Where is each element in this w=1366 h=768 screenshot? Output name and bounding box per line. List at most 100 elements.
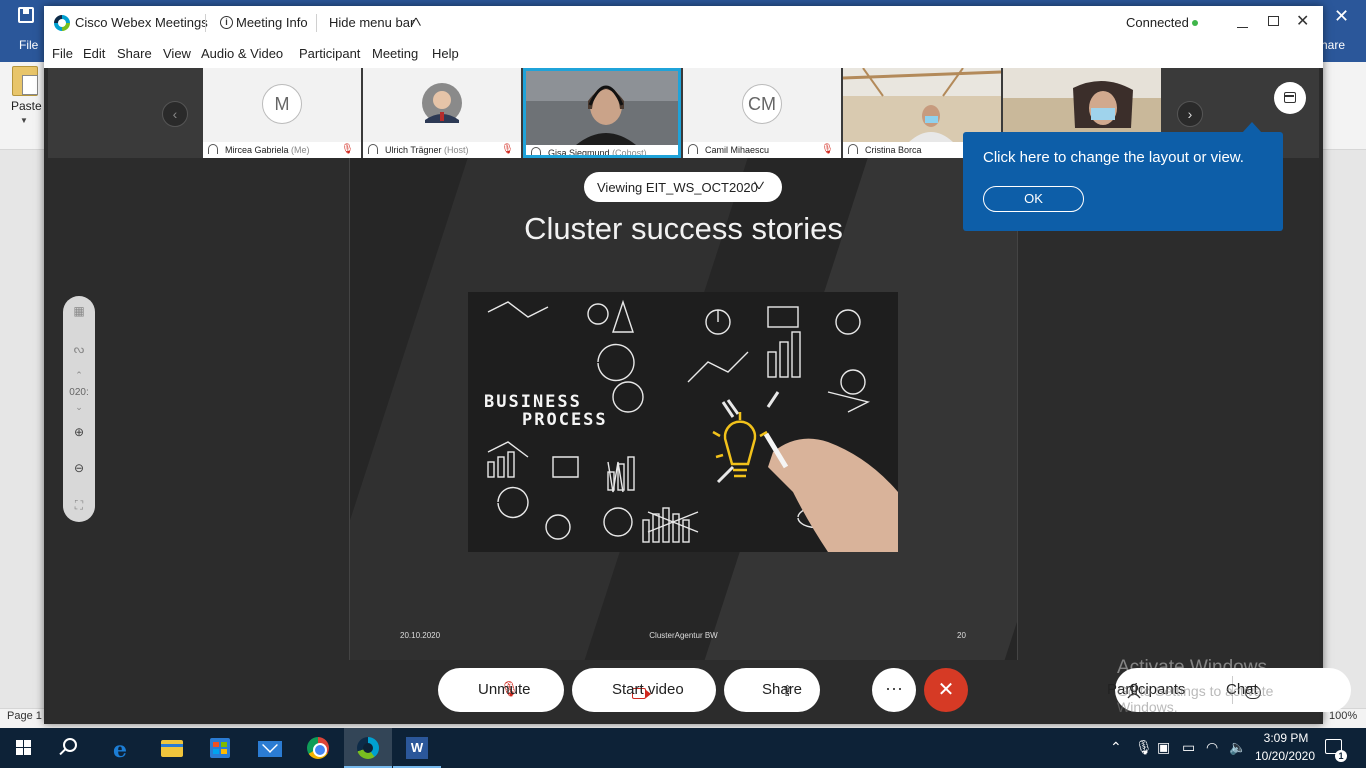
chevron-left-icon[interactable]: ‹ — [162, 101, 188, 127]
info-icon[interactable]: i — [220, 16, 233, 29]
headset-icon — [208, 144, 218, 154]
wifi-icon[interactable]: ◠ — [1206, 739, 1218, 756]
webex-logo-icon — [54, 15, 70, 31]
unmute-label[interactable]: Unmute — [478, 681, 531, 698]
participant-video — [1003, 68, 1161, 142]
minimize-icon[interactable] — [1237, 15, 1249, 29]
divider — [205, 14, 206, 32]
menu-view[interactable]: View — [163, 46, 191, 61]
menu-audio-video[interactable]: Audio & Video — [201, 46, 283, 61]
zoom-in-icon[interactable]: ⊕ — [63, 425, 95, 439]
chevron-down-icon[interactable]: ▼ — [20, 116, 28, 125]
slide-image-text: PROCESS — [522, 410, 608, 430]
zoom-out-icon[interactable]: ⊖ — [63, 461, 95, 475]
edge-icon[interactable]: e — [113, 737, 127, 763]
participant-name: Mircea Gabriela (Me) — [225, 145, 310, 155]
muted-mic-icon: 🎙 — [501, 144, 514, 155]
participant-tile[interactable]: M Mircea Gabriela (Me) 🎙 — [203, 68, 361, 158]
maximize-icon[interactable] — [1268, 16, 1279, 26]
layout-icon[interactable] — [1284, 92, 1296, 103]
menu-help[interactable]: Help — [432, 46, 459, 61]
word-page-status[interactable]: Page 1 — [7, 710, 42, 722]
slide-footer: ClusterAgentur BW — [649, 631, 718, 640]
grid-icon[interactable]: ▦ — [63, 304, 95, 318]
activate-windows-watermark: Activate Windows — [1117, 657, 1267, 678]
participant-name: Gisa Siegmund (Cohost) — [548, 148, 647, 158]
headset-icon — [688, 144, 698, 154]
chevron-up-icon[interactable]: ⌃ — [1110, 739, 1122, 756]
clock-date[interactable]: 10/20/2020 — [1252, 749, 1318, 763]
word-paste-button[interactable]: Paste — [11, 99, 42, 113]
slide-title: Cluster success stories — [524, 211, 843, 246]
participant-video — [843, 68, 1001, 142]
divider — [316, 14, 317, 32]
participant-tile[interactable]: Ulrich Trägner (Host) 🎙 — [363, 68, 521, 158]
tooltip-text: Click here to change the layout or view. — [983, 149, 1244, 166]
chevron-down-icon[interactable]: ⋁ — [754, 180, 764, 189]
participant-name: Camil Mihaescu — [705, 145, 770, 155]
participant-role: (Me) — [291, 145, 310, 155]
share-label[interactable]: Share — [762, 681, 802, 698]
close-icon[interactable]: ✕ — [1334, 6, 1349, 27]
participant-role: (Cohost) — [612, 148, 647, 158]
participant-tile-active[interactable]: Gisa Siegmund (Cohost) — [523, 68, 681, 158]
word-file-tab[interactable]: File — [19, 38, 38, 52]
chevron-right-icon[interactable]: › — [1177, 101, 1203, 127]
annotate-icon[interactable]: ᔓ — [63, 342, 95, 356]
chrome-icon[interactable] — [307, 737, 329, 759]
fit-screen-icon[interactable]: ⛶ — [63, 498, 95, 513]
microphone-icon[interactable]: 🎙 — [1135, 739, 1153, 756]
muted-mic-icon: 🎙 — [341, 144, 354, 155]
participant-name: Ulrich Trägner (Host) — [385, 145, 469, 155]
slide-page-number: 20 — [957, 631, 966, 640]
paste-icon[interactable] — [12, 66, 38, 96]
chevron-up-icon[interactable]: ⌃ — [63, 370, 95, 381]
word-icon[interactable]: W — [406, 737, 428, 759]
connection-status: Connected — [1126, 15, 1189, 30]
word-zoom-status[interactable]: 100% — [1329, 710, 1357, 722]
more-options-button[interactable]: ··· — [872, 668, 916, 712]
participant-role: (Host) — [444, 145, 469, 155]
battery-icon[interactable]: ▭ — [1182, 739, 1195, 756]
word-share-tab[interactable]: hare — [1321, 38, 1345, 52]
meeting-info-button[interactable]: Meeting Info — [236, 15, 308, 30]
menu-participant[interactable]: Participant — [299, 46, 360, 61]
menu-file[interactable]: File — [52, 46, 73, 61]
muted-mic-icon: 🎙 — [821, 144, 834, 155]
camera-icon[interactable]: ▣ — [1157, 739, 1170, 756]
file-explorer-icon[interactable] — [161, 740, 183, 757]
menu-share[interactable]: Share — [117, 46, 152, 61]
mail-icon[interactable] — [258, 741, 282, 757]
slide-image-text: BUSINESS — [484, 392, 582, 412]
hide-menu-bar-button[interactable]: Hide menu bar — [329, 15, 414, 30]
search-icon[interactable] — [63, 738, 77, 752]
leave-meeting-button[interactable]: ✕ — [924, 668, 968, 712]
chevron-up-icon[interactable]: ⋀ — [411, 16, 421, 26]
windows-start-icon[interactable] — [16, 740, 32, 756]
participant-tile[interactable]: CM Camil Mihaescu 🎙 — [683, 68, 841, 158]
clock-time[interactable]: 3:09 PM — [1258, 731, 1314, 745]
webex-icon[interactable] — [357, 737, 379, 759]
save-icon[interactable] — [18, 7, 34, 23]
notification-badge[interactable]: 1 — [1335, 750, 1347, 762]
store-icon[interactable] — [210, 738, 230, 758]
headset-icon — [531, 147, 541, 155]
participant-photo — [363, 68, 521, 142]
zoom-level[interactable]: 020: — [63, 387, 95, 398]
close-icon[interactable]: ✕ — [1296, 11, 1309, 31]
volume-icon[interactable]: 🔈 — [1229, 739, 1246, 756]
viewing-label[interactable]: Viewing EIT_WS_OCT2020 — [597, 180, 758, 195]
webex-window: Cisco Webex Meetings i Meeting Info Hide… — [44, 6, 1351, 724]
avatar: CM — [742, 84, 782, 124]
participant-name: Cristina Borca — [865, 145, 922, 155]
status-dot-icon — [1192, 20, 1198, 26]
start-video-label[interactable]: Start video — [612, 681, 684, 698]
tooltip-ok-button[interactable]: OK — [983, 186, 1084, 212]
avatar: M — [262, 84, 302, 124]
headset-icon — [368, 144, 378, 154]
menu-meeting[interactable]: Meeting — [372, 46, 418, 61]
layout-tooltip — [963, 132, 1283, 231]
chevron-down-icon[interactable]: ⌄ — [63, 402, 95, 413]
activate-windows-hint: Go to Settings to activate Windows. — [1117, 683, 1274, 715]
menu-edit[interactable]: Edit — [83, 46, 105, 61]
